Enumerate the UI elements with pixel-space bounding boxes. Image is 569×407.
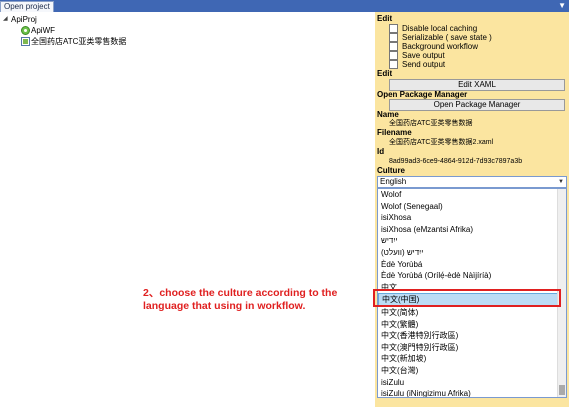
culture-option[interactable]: 中文(台灣) — [378, 365, 566, 377]
checkbox-background[interactable]: Background workflow — [389, 42, 478, 51]
edit-header-2: Edit — [377, 69, 393, 78]
culture-option[interactable]: isiXhosa — [378, 212, 566, 224]
culture-select[interactable]: English ▼ — [377, 176, 567, 188]
dropdown-arrow-icon[interactable]: ▼ — [558, 1, 566, 11]
checkbox-disable-caching[interactable]: Disable local caching — [389, 24, 477, 33]
tree-root-label: ApiProj — [11, 15, 37, 24]
tree-root[interactable]: ◢ ApiProj — [0, 14, 370, 25]
culture-header: Culture — [377, 166, 405, 175]
checkbox-box[interactable] — [389, 42, 398, 51]
properties-panel: Edit Disable local caching Serializable … — [375, 12, 569, 407]
culture-option[interactable]: 中文(澳門特別行政區) — [378, 342, 566, 354]
collapse-arrow-icon[interactable]: ◢ — [3, 14, 11, 25]
checkbox-box[interactable] — [389, 24, 398, 33]
checkbox-box[interactable] — [389, 60, 398, 69]
checkbox-label: Send output — [402, 60, 446, 69]
culture-option[interactable]: Wolof (Senegaal) — [378, 201, 566, 213]
selection-highlight-box — [373, 289, 561, 307]
open-project-tab[interactable]: Open project — [0, 1, 54, 12]
checkbox-label: Background workflow — [402, 42, 479, 51]
chevron-down-icon[interactable]: ▼ — [558, 177, 564, 187]
project-tree: ◢ ApiProj ApiWF 全国药店ATC亚类零售数据 — [0, 14, 370, 47]
checkbox-label: Disable local caching — [402, 24, 478, 33]
culture-option[interactable]: Èdè Yorùbá (Orílẹ́-èdè Nàìjíríà) — [378, 270, 566, 282]
checkbox-save-output[interactable]: Save output — [389, 51, 445, 60]
scrollbar-thumb[interactable] — [559, 385, 565, 395]
tree-item-label: ApiWF — [31, 26, 55, 35]
instruction-annotation: 2、choose the culture according to the la… — [143, 287, 338, 312]
culture-option[interactable]: Wolof — [378, 189, 566, 201]
id-header: Id — [377, 147, 385, 156]
culture-option[interactable]: 中文(繁體) — [378, 319, 566, 331]
checkbox-serializable[interactable]: Serializable ( save state ) — [389, 33, 492, 42]
open-package-manager-button[interactable]: Open Package Manager — [389, 99, 565, 111]
tree-item-workflow[interactable]: 全国药店ATC亚类零售数据 — [0, 36, 370, 47]
edit-header: Edit — [377, 14, 393, 23]
culture-option[interactable]: isiXhosa (eMzantsi Afrika) — [378, 224, 566, 236]
window-titlebar: Open project ▼ — [0, 0, 569, 12]
culture-option[interactable]: isiZulu — [378, 377, 566, 389]
app-icon — [21, 26, 30, 35]
checkbox-label: Save output — [402, 51, 445, 60]
culture-option[interactable]: Èdè Yorùbá — [378, 259, 566, 271]
filename-value: 全国药店ATC亚类零售数据2.xaml — [389, 139, 494, 146]
name-value: 全国药店ATC亚类零售数据 — [389, 120, 473, 127]
filename-header: Filename — [377, 128, 412, 137]
checkbox-label: Serializable ( save state ) — [402, 33, 492, 42]
checkbox-box[interactable] — [389, 33, 398, 42]
culture-option[interactable]: ייִדיש — [378, 235, 566, 247]
id-value: 8ad99ad3-6ce9-4864-912d-7d93c7897a3b — [389, 158, 523, 165]
xaml-file-icon — [21, 37, 30, 46]
culture-option[interactable]: isiZulu (iNingizimu Afrika) — [378, 388, 566, 397]
checkbox-send-output[interactable]: Send output — [389, 60, 445, 69]
culture-option[interactable]: 中文(香港特別行政區) — [378, 330, 566, 342]
culture-option[interactable]: ייִדיש (וועלט) — [378, 247, 566, 259]
checkbox-box[interactable] — [389, 51, 398, 60]
culture-option[interactable]: 中文(简体) — [378, 307, 566, 319]
culture-option[interactable]: 中文(新加坡) — [378, 353, 566, 365]
tree-item-label: 全国药店ATC亚类零售数据 — [31, 37, 127, 46]
tree-item-apiwf[interactable]: ApiWF — [0, 25, 370, 36]
culture-selected-value: English — [380, 177, 407, 186]
